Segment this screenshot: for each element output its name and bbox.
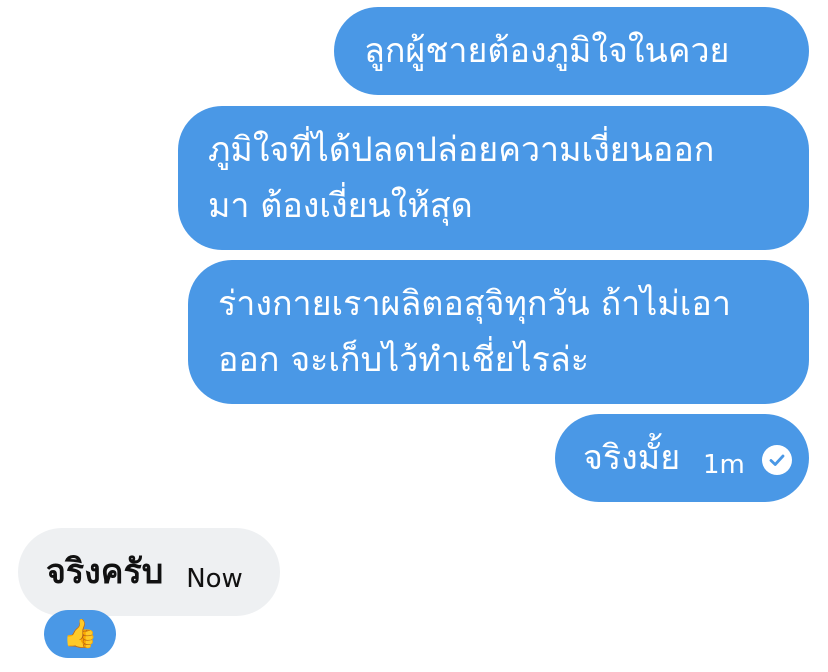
message-text: จริงมั้ย bbox=[583, 438, 681, 478]
message-bubble-sent[interactable]: ร่างกายเราผลิตอสุจิทุกวัน ถ้าไม่เอา ออก … bbox=[188, 260, 809, 404]
message-text: ออก จะเก็บไว้ทำเชี่ยไรล่ะ bbox=[218, 340, 589, 380]
message-bubble-received[interactable]: จริงครับ Now bbox=[18, 528, 280, 616]
reaction-badge[interactable]: 👍 bbox=[44, 610, 116, 658]
message-bubble-sent[interactable]: ลูกผู้ชายต้องภูมิใจในควย bbox=[334, 7, 809, 95]
message-text: ร่างกายเราผลิตอสุจิทุกวัน ถ้าไม่เอา bbox=[218, 284, 731, 324]
message-bubble-sent[interactable]: จริงมั้ย 1m bbox=[555, 414, 809, 502]
message-timestamp: 1m bbox=[702, 450, 745, 480]
message-bubble-sent[interactable]: ภูมิใจที่ได้ปลดปล่อยความเงี่ยนออก มา ต้อ… bbox=[178, 106, 809, 250]
message-timestamp: Now bbox=[186, 564, 243, 594]
message-text: ภูมิใจที่ได้ปลดปล่อยความเงี่ยนออก bbox=[208, 130, 715, 170]
message-text: จริงครับ bbox=[46, 552, 164, 592]
message-text: มา ต้องเงี่ยนให้สุด bbox=[208, 186, 473, 226]
thumbs-up-icon: 👍 bbox=[62, 617, 98, 650]
check-circle-icon bbox=[761, 445, 792, 475]
message-text: ลูกผู้ชายต้องภูมิใจในควย bbox=[364, 31, 730, 71]
